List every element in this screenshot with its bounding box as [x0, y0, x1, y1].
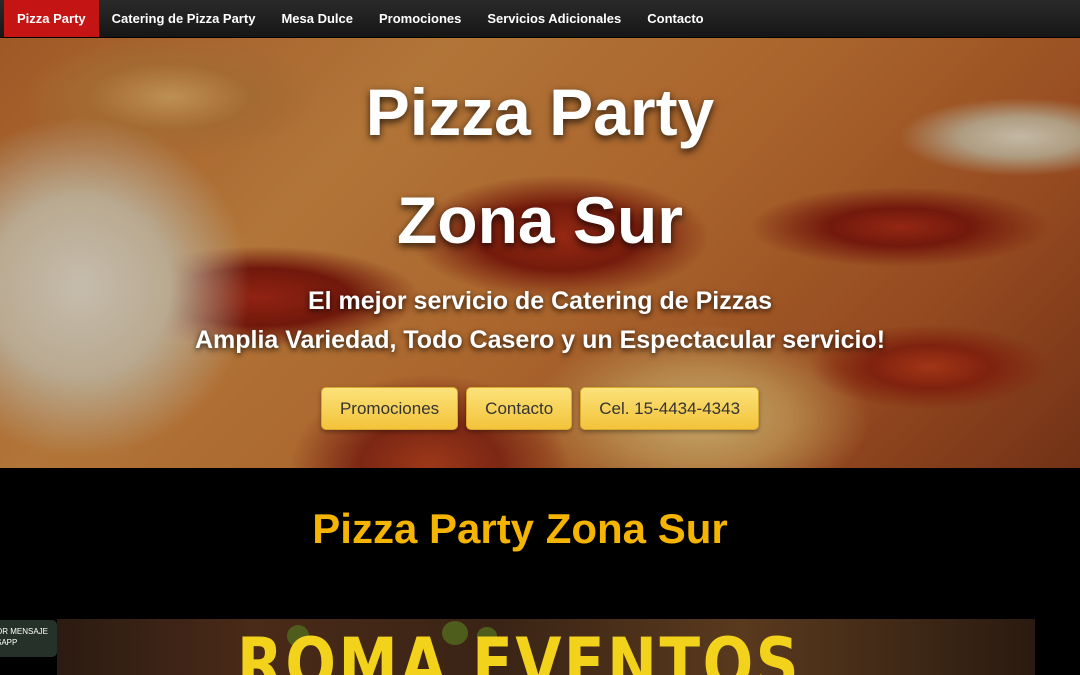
- whatsapp-line1: OR MENSAJE: [0, 627, 49, 636]
- whatsapp-line2: SAPP: [0, 638, 18, 647]
- nav-item-contacto[interactable]: Contacto: [634, 0, 716, 37]
- nav-item-servicios-adicionales[interactable]: Servicios Adicionales: [474, 0, 634, 37]
- nav-item-catering[interactable]: Catering de Pizza Party: [99, 0, 269, 37]
- roma-eventos-banner: ROMA EVENTOS: [57, 619, 1035, 675]
- hero-title-line2: Zona Sur: [396, 183, 683, 257]
- nav-item-mesa-dulce[interactable]: Mesa Dulce: [268, 0, 366, 37]
- nav-item-pizza-party[interactable]: Pizza Party: [4, 0, 99, 37]
- contacto-button[interactable]: Contacto: [466, 387, 573, 430]
- hero-subtitle-line1: El mejor servicio de Catering de Pizzas: [307, 287, 773, 315]
- whatsapp-widget[interactable]: OR MENSAJE SAPP: [0, 620, 57, 657]
- hero-subtitle-line2: Amplia Variedad, Todo Casero y un Espect…: [194, 326, 886, 354]
- hero-section: Pizza Party Zona Sur El mejor servicio d…: [0, 37, 1080, 468]
- nav-item-promociones[interactable]: Promociones: [366, 0, 474, 37]
- hero-title-line1: Pizza Party: [365, 75, 715, 149]
- banner-text: ROMA EVENTOS: [237, 623, 802, 675]
- hero-button-row: Promociones Contacto Cel. 15-4434-4343: [0, 387, 1080, 430]
- phone-button[interactable]: Cel. 15-4434-4343: [580, 387, 760, 430]
- section-title: Pizza Party Zona Sur: [312, 505, 728, 552]
- main-navbar: Pizza Party Catering de Pizza Party Mesa…: [0, 0, 1080, 38]
- promociones-button[interactable]: Promociones: [320, 387, 459, 430]
